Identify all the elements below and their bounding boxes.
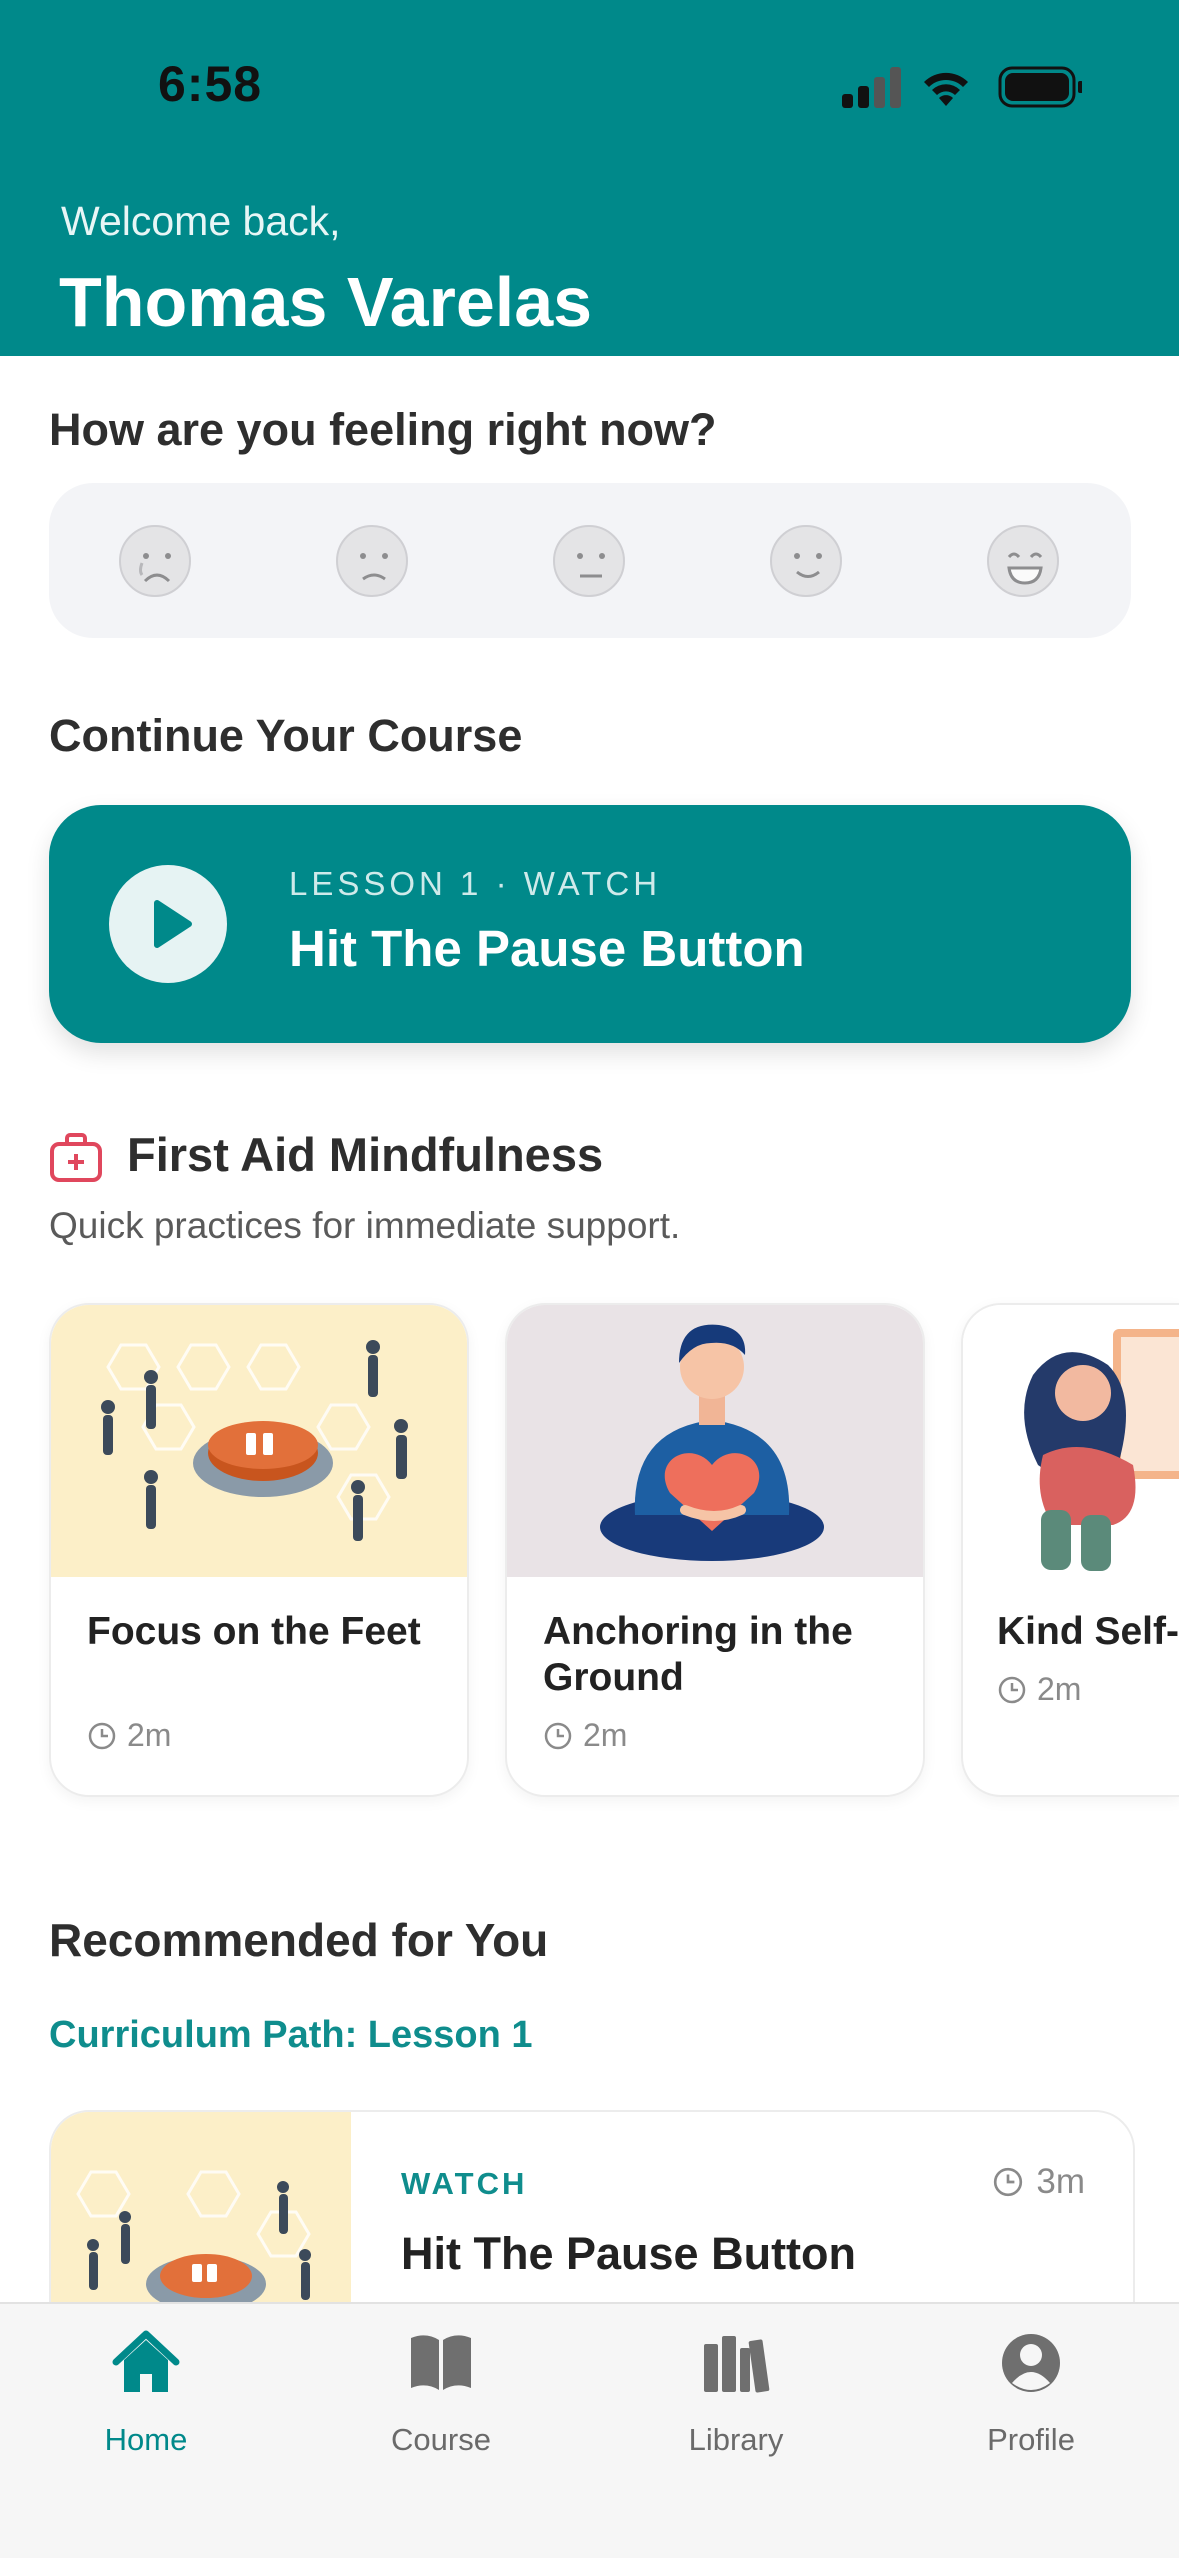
play-icon[interactable] bbox=[109, 865, 227, 983]
recommended-duration: 3m bbox=[992, 2162, 1085, 2202]
clock-icon bbox=[88, 1722, 116, 1749]
tab-home-label: Home bbox=[104, 2422, 188, 2457]
card-duration-text: 2m bbox=[583, 1717, 628, 1753]
user-name: Thomas Varelas bbox=[59, 263, 593, 341]
hugging-heart-illustration bbox=[507, 1305, 923, 1577]
card-duration: 2m bbox=[87, 1717, 171, 1754]
curriculum-path-link[interactable]: Curriculum Path: Lesson 1 bbox=[49, 2014, 533, 2057]
pause-button-illustration bbox=[51, 1305, 467, 1577]
mood-crying-face-icon[interactable] bbox=[119, 525, 191, 597]
recommended-kind: WATCH bbox=[401, 2166, 528, 2201]
practice-card-kind-self[interactable]: Kind Self- 2m bbox=[961, 1303, 1179, 1797]
card-title: Focus on the Feet bbox=[87, 1610, 421, 1653]
clock-icon bbox=[998, 1676, 1026, 1703]
welcome-text: Welcome back, bbox=[61, 198, 341, 244]
book-icon bbox=[411, 2335, 471, 2390]
card-duration: 2m bbox=[997, 1671, 1081, 1708]
continue-course-heading: Continue Your Course bbox=[49, 710, 523, 761]
mood-neutral-face-icon[interactable] bbox=[553, 525, 625, 597]
lesson-meta: LESSON 1 · WATCH bbox=[289, 865, 662, 902]
tab-course-label: Course bbox=[391, 2422, 491, 2457]
recommended-title: Hit The Pause Button bbox=[401, 2228, 857, 2279]
lesson-title: Hit The Pause Button bbox=[289, 920, 805, 977]
recommended-duration-text: 3m bbox=[1036, 2162, 1085, 2201]
home-icon bbox=[112, 2330, 180, 2392]
status-time: 6:58 bbox=[158, 56, 263, 112]
card-title: Kind Self- bbox=[997, 1610, 1179, 1653]
battery-icon bbox=[998, 66, 1082, 108]
first-aid-title: First Aid Mindfulness bbox=[127, 1128, 604, 1181]
tab-course[interactable]: Course bbox=[331, 2322, 551, 2472]
mood-frowning-face-icon[interactable] bbox=[336, 525, 408, 597]
bottom-tab-bar: Home Course Library Profile bbox=[0, 2302, 1179, 2558]
status-icons bbox=[842, 66, 1082, 108]
practice-card-anchoring[interactable]: Anchoring in the Ground 2m bbox=[505, 1303, 925, 1797]
tab-library-label: Library bbox=[688, 2422, 784, 2457]
continue-course-card[interactable]: LESSON 1 · WATCH Hit The Pause Button bbox=[49, 805, 1131, 1043]
self-hug-illustration bbox=[963, 1305, 1179, 1577]
mood-selector bbox=[49, 483, 1131, 638]
tab-home[interactable]: Home bbox=[36, 2322, 256, 2472]
mood-grinning-face-icon[interactable] bbox=[987, 525, 1059, 597]
profile-icon bbox=[1002, 2334, 1060, 2392]
card-duration: 2m bbox=[543, 1717, 627, 1754]
card-title: Anchoring in the Ground bbox=[543, 1610, 853, 1699]
practice-card-focus-feet[interactable]: Focus on the Feet 2m bbox=[49, 1303, 469, 1797]
first-aid-kit-icon bbox=[50, 1133, 102, 1182]
clock-icon bbox=[544, 1722, 572, 1749]
first-aid-subtitle: Quick practices for immediate support. bbox=[49, 1205, 681, 1246]
library-icon bbox=[704, 2336, 770, 2393]
tab-profile[interactable]: Profile bbox=[921, 2322, 1141, 2472]
card-duration-text: 2m bbox=[1037, 1671, 1082, 1707]
tab-library[interactable]: Library bbox=[626, 2322, 846, 2472]
signal-icon bbox=[842, 67, 901, 108]
app-header: 6:58 Welcome back, Thomas Varelas bbox=[0, 0, 1179, 356]
mood-smiling-face-icon[interactable] bbox=[770, 525, 842, 597]
tab-profile-label: Profile bbox=[987, 2422, 1075, 2457]
wifi-icon bbox=[924, 72, 968, 106]
recommended-heading: Recommended for You bbox=[49, 1914, 549, 1966]
clock-icon bbox=[994, 2167, 1023, 2197]
card-duration-text: 2m bbox=[127, 1717, 172, 1753]
mood-question: How are you feeling right now? bbox=[49, 404, 717, 455]
